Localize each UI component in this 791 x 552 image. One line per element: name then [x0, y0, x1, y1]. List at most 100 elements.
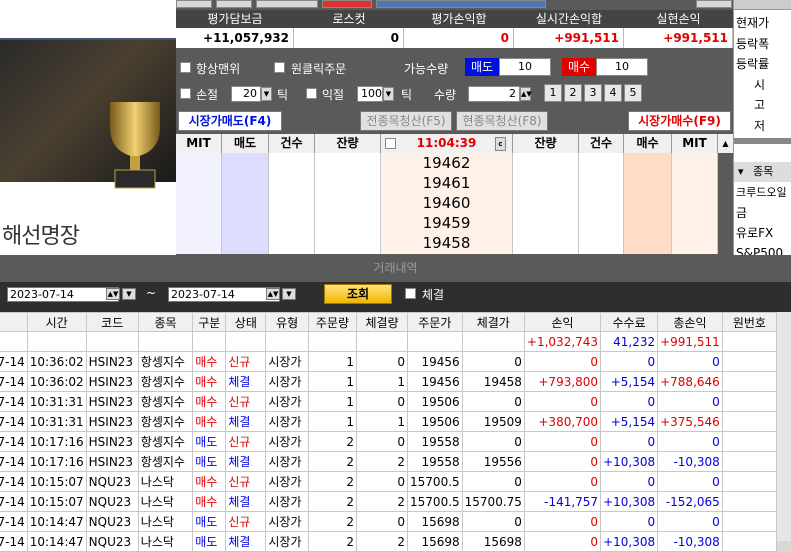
table-row[interactable]: 07-1410:17:16HSIN23항셍지수매도체결시장가2219558195…: [0, 451, 778, 472]
sell-order-cell[interactable]: [222, 173, 269, 194]
symbol-selector[interactable]: [376, 0, 546, 8]
symbol-list-header[interactable]: ▾ 종목: [734, 162, 791, 182]
table-row[interactable]: 07-1410:14:47NQU23나스닥매도신규시장가20156980000: [0, 511, 778, 532]
date-to-calendar-icon[interactable]: ▼: [282, 288, 296, 300]
stop-loss-input[interactable]: 20: [231, 86, 261, 102]
table-row[interactable]: 07-1410:31:31HSIN23항셍지수매수체결시장가1119506195…: [0, 411, 778, 432]
top-tab[interactable]: [176, 0, 212, 8]
mit-sell-cell[interactable]: [176, 173, 222, 194]
column-header[interactable]: 체결량: [355, 312, 409, 332]
table-row[interactable]: 07-1410:31:31HSIN23항셍지수매수신규시장가1019506000…: [0, 391, 778, 412]
orderbook-checkbox[interactable]: [385, 138, 396, 149]
column-header[interactable]: 수수료: [600, 312, 659, 332]
ad-banner[interactable]: 해선명장: [0, 0, 176, 255]
side-panel-tab[interactable]: [734, 0, 791, 10]
market-buy-button[interactable]: 시장가매수(F9): [628, 111, 731, 131]
table-cell: 시장가: [265, 531, 309, 552]
table-row[interactable]: 07-1410:15:07NQU23나스닥매수체결시장가2215700.5157…: [0, 491, 778, 512]
stop-loss-checkbox[interactable]: [180, 88, 191, 99]
column-header[interactable]: 손익: [523, 312, 602, 332]
column-header[interactable]: 주문가: [407, 312, 463, 332]
close-all-button[interactable]: 전종목청산(F5): [360, 111, 452, 131]
search-button[interactable]: 조회: [324, 284, 392, 304]
buy-order-cell[interactable]: [624, 173, 672, 194]
qty-preset-4-button[interactable]: 4: [604, 84, 622, 102]
sell-order-cell[interactable]: [222, 153, 269, 174]
filled-only-checkbox[interactable]: [405, 288, 416, 299]
price-cell[interactable]: 19458: [381, 233, 513, 254]
mit-buy-cell[interactable]: [672, 173, 718, 194]
buy-order-cell[interactable]: [624, 153, 672, 174]
column-header[interactable]: 구분: [192, 312, 227, 332]
column-header[interactable]: 원번호: [721, 312, 778, 332]
mit-sell-cell[interactable]: [176, 193, 222, 214]
date-from-calendar-icon[interactable]: ▼: [122, 288, 136, 300]
mit-buy-cell[interactable]: [672, 213, 718, 234]
price-cell[interactable]: 19462: [381, 153, 513, 174]
symbol-item[interactable]: 크루드오일: [736, 183, 791, 203]
column-header[interactable]: [0, 312, 28, 332]
table-cell: 체결: [225, 531, 267, 552]
table-row[interactable]: 07-1410:36:02HSIN23항셍지수매수체결시장가1119456194…: [0, 371, 778, 392]
always-top-checkbox[interactable]: [180, 62, 191, 73]
table-cell: 0: [657, 511, 723, 532]
qty-preset-2-button[interactable]: 2: [564, 84, 582, 102]
date-to-spin-icon[interactable]: ▲▼: [266, 288, 280, 300]
price-cell[interactable]: 19461: [381, 173, 513, 194]
top-tab[interactable]: [696, 0, 732, 8]
sell-order-cell[interactable]: [222, 213, 269, 234]
one-click-checkbox[interactable]: [274, 62, 285, 73]
table-cell: [721, 351, 778, 372]
qty-input[interactable]: 2: [468, 86, 520, 102]
buy-order-cell[interactable]: [624, 213, 672, 234]
date-to-input[interactable]: 2023-07-14: [168, 287, 280, 302]
close-current-button[interactable]: 현종목청산(F8): [456, 111, 548, 131]
table-row[interactable]: 07-1410:15:07NQU23나스닥매수신규시장가2015700.5000…: [0, 471, 778, 492]
column-header[interactable]: 유형: [265, 312, 309, 332]
column-header[interactable]: 주문량: [308, 312, 357, 332]
buy-order-cell[interactable]: [624, 193, 672, 214]
column-header[interactable]: 총손익: [657, 312, 723, 332]
qty-preset-3-button[interactable]: 3: [584, 84, 602, 102]
price-cell[interactable]: 19460: [381, 193, 513, 214]
mit-sell-cell[interactable]: [176, 153, 222, 174]
column-header[interactable]: 체결가: [461, 312, 525, 332]
qty-preset-1-button[interactable]: 1: [544, 84, 562, 102]
column-header[interactable]: 상태: [225, 312, 267, 332]
top-tab[interactable]: [216, 0, 252, 8]
sell-order-cell[interactable]: [222, 193, 269, 214]
sell-order-cell[interactable]: [222, 233, 269, 254]
table-row[interactable]: 07-1410:17:16HSIN23항셍지수매도신규시장가2019558000…: [0, 431, 778, 452]
take-profit-dropdown-icon[interactable]: ▼: [383, 87, 394, 101]
date-from-input[interactable]: 2023-07-14: [7, 287, 119, 302]
column-header[interactable]: 종목: [137, 312, 194, 332]
symbol-item[interactable]: S&P500: [736, 243, 791, 255]
take-profit-input[interactable]: 100: [357, 86, 383, 102]
date-from-spin-icon[interactable]: ▲▼: [106, 288, 120, 300]
table-cell: 0: [461, 471, 525, 492]
take-profit-checkbox[interactable]: [306, 88, 317, 99]
price-cell[interactable]: 19459: [381, 213, 513, 234]
table-cell: HSIN23: [85, 451, 139, 472]
column-header[interactable]: 코드: [85, 312, 139, 332]
table-row[interactable]: 07-1410:14:47NQU23나스닥매도체결시장가221569815698…: [0, 531, 778, 552]
table-cell: 매수: [192, 371, 227, 392]
mit-sell-cell[interactable]: [176, 233, 222, 254]
qty-preset-5-button[interactable]: 5: [624, 84, 642, 102]
column-header[interactable]: 시간: [26, 312, 87, 332]
mit-buy-cell[interactable]: [672, 193, 718, 214]
center-price-icon[interactable]: c: [495, 137, 506, 151]
qty-spinner-icon[interactable]: ▲▼: [520, 87, 532, 101]
stop-loss-dropdown-icon[interactable]: ▼: [261, 87, 272, 101]
symbol-item[interactable]: 유로FX: [736, 223, 791, 243]
buy-order-cell[interactable]: [624, 233, 672, 254]
market-sell-button[interactable]: 시장가매도(F4): [178, 111, 282, 131]
top-tab[interactable]: [256, 0, 318, 8]
symbol-item[interactable]: 금: [736, 203, 791, 223]
mit-buy-cell[interactable]: [672, 233, 718, 254]
table-row[interactable]: 07-1410:36:02HSIN23항셍지수매수신규시장가1019456000…: [0, 351, 778, 372]
top-tab-active[interactable]: [322, 0, 372, 8]
mit-sell-cell[interactable]: [176, 213, 222, 234]
mit-buy-cell[interactable]: [672, 153, 718, 174]
scroll-up-icon[interactable]: ▲: [718, 134, 733, 153]
